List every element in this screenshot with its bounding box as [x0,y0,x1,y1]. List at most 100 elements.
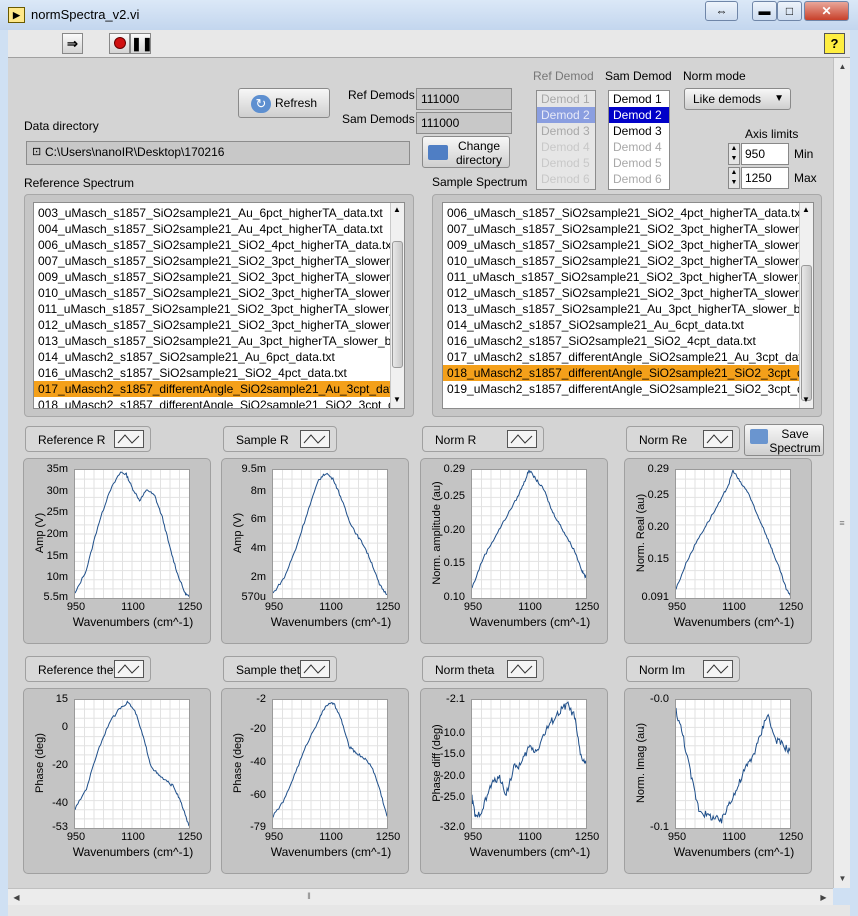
spectrum-file-item[interactable]: 013_uMasch_s1857_SiO2sample21_Au_3pct_hi… [34,333,404,349]
x-axis-label: Wavenumbers (cm^-1) [673,845,795,859]
plot-area[interactable] [272,699,388,829]
max-input[interactable]: 1250 [741,167,789,189]
sam-demod-option[interactable]: Demod 4 [609,139,669,155]
window-horizontal-scrollbar[interactable]: ◀ ‖ ▶ [8,888,833,905]
scroll-right-icon: ▶ [820,893,827,902]
norm-mode-dropdown[interactable]: Like demods ▼ [684,88,791,110]
help-button[interactable]: ? [824,33,845,54]
reference-spectrum-listbox[interactable]: 003_uMasch_s1857_SiO2sample21_Au_6pct_hi… [33,202,405,409]
sam-demod-option[interactable]: Demod 5 [609,155,669,171]
spectrum-file-item[interactable]: 019_uMasch2_s1857_differentAngle_SiO2sam… [443,381,813,397]
abort-icon [113,37,126,49]
plot-legend-tab[interactable]: Norm theta [422,656,544,682]
run-button[interactable]: ⇒ [62,33,83,54]
abort-button[interactable] [109,33,130,54]
plot-area[interactable] [74,699,190,829]
plot-area[interactable] [471,468,587,599]
ref-demod-listbox[interactable]: Demod 1 Demod 2 Demod 3 Demod 4 Demod 5 … [536,90,596,190]
spectrum-file-item[interactable]: 010_uMasch_s1857_SiO2sample21_SiO2_3pct_… [443,253,813,269]
save-spectrum-button[interactable]: Save Spectrum [744,424,824,456]
plot-legend-tab[interactable]: Norm Im [626,656,740,682]
reference-spectrum-frame: 003_uMasch_s1857_SiO2sample21_Au_6pct_hi… [24,194,414,417]
data-directory-field[interactable]: ⊡ C:\Users\nanoIR\Desktop\170216 [26,141,410,165]
plot-legend-tab[interactable]: Sample R [223,426,337,452]
plot-area[interactable] [675,468,791,599]
waveform-graph[interactable]: 0.29 0.25 0.20 0.15 0.10 950 1100 1250 Wavenumbe… [420,458,608,644]
spectrum-file-item[interactable]: 009_uMasch_s1857_SiO2sample21_SiO2_3pct_… [443,237,813,253]
plot-area[interactable] [272,469,388,599]
minimize-button[interactable]: ▬ [752,1,777,21]
waveform-graph[interactable]: 9.5m 8m 6m 4m 2m 570u 950 1100 1250 Wavenumbers (… [221,458,409,644]
plot-area[interactable] [471,699,587,829]
x-axis-label: Wavenumbers (cm^-1) [469,845,591,859]
maximize-icon: □ [785,4,794,18]
sam-demod-option[interactable]: Demod 3 [609,123,669,139]
spectrum-file-item[interactable]: 012_uMasch_s1857_SiO2sample21_SiO2_3pct_… [34,317,404,333]
spectrum-file-item[interactable]: 009_uMasch_s1857_SiO2sample21_SiO2_3pct_… [34,269,404,285]
plot-legend-tab[interactable]: Norm R [422,426,544,452]
plot-area[interactable] [74,469,190,599]
max-stepper[interactable]: ▲ ▼ [728,167,740,189]
plot-svg [272,470,388,598]
waveform-graph[interactable]: 35m 30m 25m 20m 15m 10m 5.5m 950 1100 1250 Wavenum… [23,458,211,644]
scroll-thumb[interactable] [392,241,403,368]
min-stepper[interactable]: ▲ ▼ [728,143,740,165]
spectrum-file-item[interactable]: 007_uMasch_s1857_SiO2sample21_SiO2_3pct_… [443,221,813,237]
spectrum-file-item[interactable]: 016_uMasch2_s1857_SiO2sample21_SiO2_4cpt… [443,333,799,349]
sam-demod-option[interactable]: Demod 1 [609,91,669,107]
min-input[interactable]: 950 [741,143,789,165]
sam-demod-option[interactable]: Demod 6 [609,171,669,187]
scroll-thumb[interactable] [801,265,812,401]
spectrum-file-item-selected[interactable]: 018_uMasch2_s1857_differentAngle_SiO2sam… [443,365,813,381]
close-button[interactable]: ✕ [804,1,849,21]
plot-legend-tab[interactable]: Norm Re [626,426,740,452]
spectrum-file-item[interactable]: 006_uMasch_s1857_SiO2sample21_SiO2_4pct_… [443,205,804,221]
reference-scrollbar[interactable]: ▲ ▼ [390,203,404,408]
plot-legend-tab[interactable]: Reference R [25,426,151,452]
spectrum-file-item-selected[interactable]: 017_uMasch2_s1857_differentAngle_SiO2sam… [34,381,404,397]
ref-demod-option[interactable]: Demod 5 [537,155,595,171]
spectrum-file-item[interactable]: 014_uMasch2_s1857_SiO2sample21_Au_6pct_d… [34,349,390,365]
x-axis-label: Wavenumbers (cm^-1) [72,845,194,859]
spectrum-file-item[interactable]: 012_uMasch_s1857_SiO2sample21_SiO2_3pct_… [443,285,813,301]
spectrum-file-item[interactable]: 006_uMasch_s1857_SiO2sample21_SiO2_4pct_… [34,237,395,253]
spectrum-file-item[interactable]: 017_uMasch2_s1857_differentAngle_SiO2sam… [443,349,813,365]
spectrum-file-item[interactable]: 011_uMasch_s1857_SiO2sample21_SiO2_3pct_… [34,301,404,317]
ref-demod-option[interactable]: Demod 6 [537,171,595,187]
window-vertical-scrollbar[interactable]: ▲ ≡ ▼ [833,58,850,888]
spectrum-file-item[interactable]: 003_uMasch_s1857_SiO2sample21_Au_6pct_hi… [34,205,390,221]
ref-demod-option[interactable]: Demod 4 [537,139,595,155]
resize-button[interactable]: ⇔ [705,1,738,21]
maximize-button[interactable]: □ [777,1,802,21]
pause-button[interactable]: ❚❚ [130,33,153,54]
y-tick-label: -2 [256,693,266,705]
change-directory-button[interactable]: Change directory [422,136,510,168]
plot-legend-tab[interactable]: Sample theta [223,656,337,682]
spectrum-file-item[interactable]: 014_uMasch2_s1857_SiO2sample21_Au_6cpt_d… [443,317,799,333]
sample-scrollbar[interactable]: ▲ ▼ [799,203,813,408]
plot-area[interactable] [675,699,791,829]
waveform-graph[interactable]: 15 0 -20 -40 -53 950 1100 1250 Wavenumbers (cm^-… [23,688,211,874]
sample-spectrum-listbox[interactable]: 006_uMasch_s1857_SiO2sample21_SiO2_4pct_… [442,202,814,409]
spectrum-file-item[interactable]: 007_uMasch_s1857_SiO2sample21_SiO2_3pct_… [34,253,404,269]
graph-title: Reference R [38,433,106,447]
spectrum-file-item[interactable]: 004_uMasch_s1857_SiO2sample21_Au_4pct_hi… [34,221,390,237]
spectrum-file-item[interactable]: 018_uMasch2_s1857_differentAngle_SiO2sam… [34,397,404,408]
waveform-graph[interactable]: -2.1 -10.0 -15.0 -20.0 -25.0 -32.0 950 1100 1250… [420,688,608,874]
ref-demod-option[interactable]: Demod 3 [537,123,595,139]
spectrum-file-item[interactable]: 016_uMasch2_s1857_SiO2sample21_SiO2_4pct… [34,365,390,381]
spectrum-file-item[interactable]: 010_uMasch_s1857_SiO2sample21_SiO2_3pct_… [34,285,404,301]
waveform-graph[interactable]: -0.0 -0.1 950 1100 1250 Wavenumbers (cm^-1) No… [624,688,812,874]
refresh-button[interactable]: ↻ Refresh [238,88,330,118]
waveform-graph[interactable]: 0.29 0.25 0.20 0.15 0.091 950 1100 1250 Wavenumb… [624,458,812,644]
spectrum-file-item[interactable]: 011_uMasch_s1857_SiO2sample21_SiO2_3pct_… [443,269,813,285]
y-tick-label: 0.29 [443,463,465,475]
ref-demod-option-selected[interactable]: Demod 2 [537,107,595,123]
plot-legend-tab[interactable]: Reference theta [25,656,151,682]
spectrum-file-item[interactable]: 013_uMasch_s1857_SiO2sample21_Au_3pct_hi… [443,301,813,317]
y-tick-label: 35m [46,463,68,475]
ref-demod-option[interactable]: Demod 1 [537,91,595,107]
sam-demod-listbox[interactable]: Demod 1 Demod 2 Demod 3 Demod 4 Demod 5 … [608,90,670,190]
sam-demod-option-selected[interactable]: Demod 2 [609,107,669,123]
waveform-graph[interactable]: -2 -20 -40 -60 -79 950 1100 1250 Wavenumbers (cm… [221,688,409,874]
